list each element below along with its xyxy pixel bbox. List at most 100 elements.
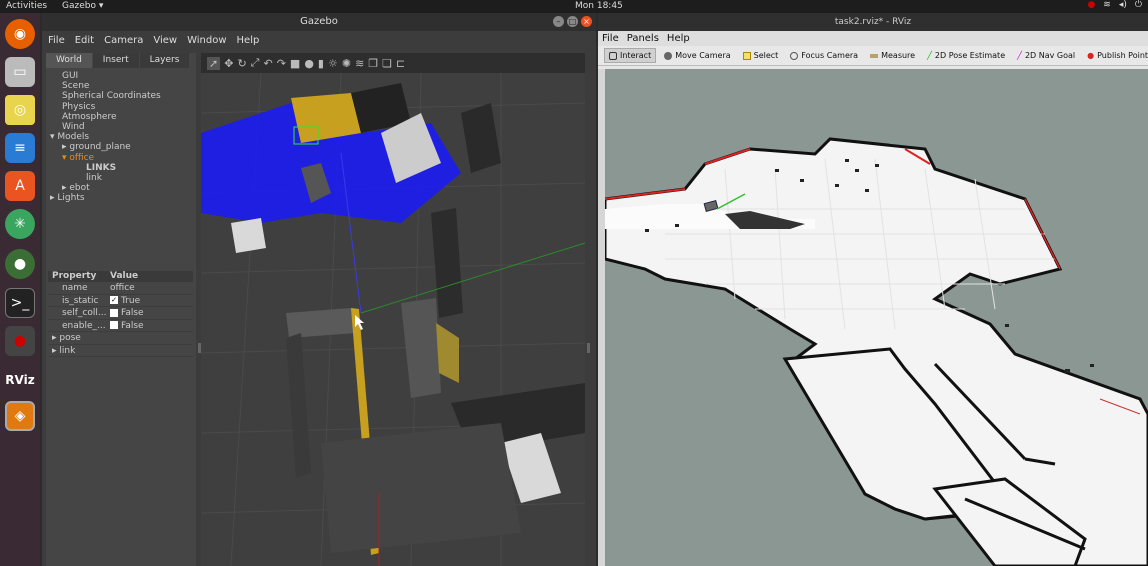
writer-icon[interactable]: ≡: [5, 133, 35, 163]
checkbox-checked[interactable]: ✓: [110, 296, 118, 304]
gazebo-left-panel: World Insert Layers GUI Scene Spherical …: [46, 53, 196, 566]
pose-estimate-tool[interactable]: ╱ 2D Pose Estimate: [923, 49, 1009, 62]
tree-label-ground-plane: ground_plane: [69, 142, 131, 153]
green-arrow-icon: ╱: [927, 51, 932, 60]
files-icon[interactable]: ▭: [5, 57, 35, 87]
cylinder-icon[interactable]: ▮: [318, 57, 324, 70]
tab-layers[interactable]: Layers: [139, 53, 190, 68]
software-icon[interactable]: A: [5, 171, 35, 201]
focus-camera-tool[interactable]: Focus Camera: [786, 49, 862, 62]
volume-icon[interactable]: ◂): [1119, 0, 1127, 10]
property-row[interactable]: name office: [48, 282, 193, 295]
rviz-toolbar: Interact Move Camera Select Focus Camera…: [598, 46, 1148, 66]
wifi-icon[interactable]: ≋: [1103, 0, 1111, 10]
property-row[interactable]: is_static ✓ True: [48, 295, 193, 307]
gazebo-icon[interactable]: ◈: [5, 401, 35, 431]
menu-file[interactable]: File: [602, 33, 619, 44]
nav-goal-tool[interactable]: ╱ 2D Nav Goal: [1013, 49, 1079, 62]
rhythmbox-icon[interactable]: ◎: [5, 95, 35, 125]
tree-item-atmosphere[interactable]: Atmosphere: [50, 112, 196, 122]
tree-item-scene[interactable]: Scene: [50, 81, 196, 91]
property-name: name: [62, 283, 88, 293]
copy-icon[interactable]: ❐: [368, 57, 378, 70]
pink-arrow-icon: ╱: [1017, 51, 1022, 60]
menu-panels[interactable]: Panels: [627, 33, 659, 44]
menu-file[interactable]: File: [48, 35, 65, 46]
align-icon[interactable]: ⊏: [396, 57, 405, 70]
sphere-icon[interactable]: ●: [304, 57, 314, 70]
gazebo-title-bar[interactable]: Gazebo – □ ×: [42, 13, 596, 31]
value-header: Value: [110, 271, 139, 281]
tree-item-gui[interactable]: GUI: [50, 71, 196, 81]
undo-icon[interactable]: ↶: [263, 57, 272, 70]
tab-insert[interactable]: Insert: [92, 53, 139, 68]
interact-label: Interact: [620, 51, 652, 60]
tree-item-office[interactable]: ▾ office: [50, 153, 196, 163]
tree-item-spherical[interactable]: Spherical Coordinates: [50, 91, 196, 101]
scale-icon[interactable]: ⤢: [251, 56, 260, 70]
tree-label-lights: Lights: [57, 193, 85, 204]
property-value-cell: False: [108, 307, 193, 319]
clock[interactable]: Mon 18:45: [575, 1, 623, 11]
terminal-icon[interactable]: >_: [5, 288, 35, 318]
tree-item-physics[interactable]: Physics: [50, 102, 196, 112]
menu-camera[interactable]: Camera: [104, 35, 143, 46]
menu-view[interactable]: View: [153, 35, 177, 46]
tab-world[interactable]: World: [46, 53, 92, 68]
rviz-menu-bar: File Panels Help: [598, 31, 1148, 46]
record-icon[interactable]: ●: [1087, 0, 1095, 10]
property-value[interactable]: office: [108, 282, 193, 294]
tree-item-links[interactable]: LINKS: [50, 163, 196, 173]
app-menu[interactable]: Gazebo ▾: [62, 1, 103, 11]
property-row[interactable]: enable_... False: [48, 320, 193, 332]
interact-tool[interactable]: Interact: [604, 48, 657, 63]
recorder-icon[interactable]: ●: [5, 326, 35, 356]
atom-icon[interactable]: ✳: [5, 209, 35, 239]
power-icon[interactable]: ⏻: [1135, 0, 1142, 10]
select-tool[interactable]: Select: [739, 49, 783, 62]
minimize-button[interactable]: –: [553, 16, 564, 27]
gazebo-3d-viewport[interactable]: ➚ ✥ ↻ ⤢ ↶ ↷ ■ ● ▮ ☼ ✺ ≋ ❐ ❏ ⊏: [201, 53, 585, 566]
move-camera-tool[interactable]: Move Camera: [660, 49, 734, 62]
menu-edit[interactable]: Edit: [75, 35, 94, 46]
activities-button[interactable]: Activities: [6, 1, 47, 11]
spot-light-icon[interactable]: ✺: [342, 57, 351, 70]
tree-label-ebot: ebot: [69, 183, 90, 194]
tree-item-wind[interactable]: Wind: [50, 122, 196, 132]
directional-light-icon[interactable]: ≋: [355, 57, 364, 70]
property-row-link[interactable]: ▸ link: [48, 345, 193, 357]
menu-help[interactable]: Help: [667, 33, 690, 44]
tree-item-models[interactable]: ▾ Models: [50, 132, 196, 142]
focus-camera-label: Focus Camera: [801, 51, 859, 60]
pose-estimate-label: 2D Pose Estimate: [934, 51, 1006, 60]
tree-item-ground-plane[interactable]: ▸ ground_plane: [50, 142, 196, 152]
rviz-title-bar[interactable]: task2.rviz* - RViz: [598, 13, 1148, 31]
focus-icon: [790, 51, 799, 60]
menu-window[interactable]: Window: [187, 35, 226, 46]
firefox-icon[interactable]: ◉: [5, 19, 35, 49]
rviz-3d-viewport[interactable]: [605, 69, 1148, 566]
rotate-icon[interactable]: ↻: [237, 57, 246, 70]
rviz-icon[interactable]: RViz: [5, 365, 35, 395]
paste-icon[interactable]: ❏: [382, 57, 392, 70]
property-row-pose[interactable]: ▸ pose: [48, 332, 193, 345]
maximize-button[interactable]: □: [567, 16, 578, 27]
checkbox-unchecked[interactable]: [110, 321, 118, 329]
checkbox-unchecked[interactable]: [110, 308, 118, 317]
publish-point-tool[interactable]: ● Publish Point: [1083, 49, 1148, 62]
rviz-left-splitter[interactable]: [598, 69, 605, 566]
point-light-icon[interactable]: ☼: [328, 57, 338, 70]
tree-item-ebot[interactable]: ▸ ebot: [50, 183, 196, 193]
measure-tool[interactable]: Measure: [866, 49, 919, 62]
box-icon[interactable]: ■: [290, 57, 300, 70]
chrome-icon[interactable]: ●: [5, 249, 35, 279]
system-tray[interactable]: ● ≋ ◂) ⏻: [1087, 0, 1142, 10]
tree-item-link[interactable]: link: [50, 173, 196, 183]
translate-icon[interactable]: ✥: [224, 57, 233, 70]
tree-item-lights[interactable]: ▸ Lights: [50, 193, 196, 203]
select-mode-icon[interactable]: ➚: [207, 56, 221, 70]
menu-help[interactable]: Help: [237, 35, 260, 46]
close-button[interactable]: ×: [581, 16, 592, 27]
redo-icon[interactable]: ↷: [277, 57, 286, 70]
property-row[interactable]: self_coll... False: [48, 307, 193, 320]
